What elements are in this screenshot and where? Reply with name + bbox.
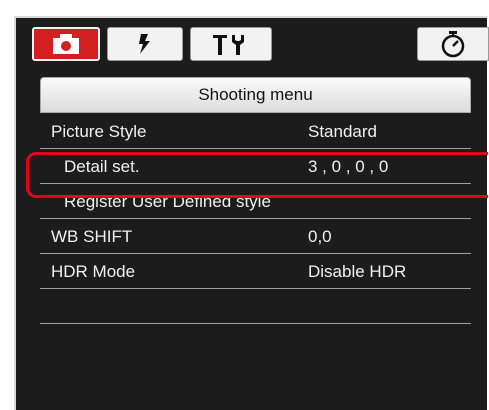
menu-row-picture-style[interactable]: Picture Style Standard	[40, 114, 471, 149]
menu-row-empty	[40, 324, 471, 359]
menu-tab-bar	[14, 16, 489, 70]
menu-row-value: 0,0	[308, 227, 332, 246]
tab-camera[interactable]	[32, 27, 100, 61]
menu-row-value: 3 , 0 , 0 , 0	[308, 157, 389, 176]
menu-row-label: Picture Style	[51, 122, 147, 141]
menu-row-label: WB SHIFT	[51, 227, 133, 246]
menu-row-wb-shift[interactable]: WB SHIFT 0,0	[40, 219, 471, 254]
menu-row-label: Detail set.	[64, 157, 140, 176]
menu-row-label: HDR Mode	[51, 262, 136, 281]
tab-timer[interactable]	[417, 27, 489, 61]
tools-icon	[211, 32, 251, 56]
tab-tools[interactable]	[190, 27, 272, 61]
tab-flash[interactable]	[107, 27, 183, 61]
menu-header: Shooting menu	[40, 77, 471, 113]
menu-row-register-user-style[interactable]: Register User Defined style	[40, 184, 471, 219]
menu-list: Picture Style Standard Detail set. 3 , 0…	[40, 114, 471, 359]
menu-row-label: Register User Defined style	[64, 192, 271, 211]
menu-row-empty	[40, 289, 471, 324]
menu-row-hdr-mode[interactable]: HDR Mode Disable HDR	[40, 254, 471, 289]
menu-row-value: Standard	[308, 122, 377, 141]
flash-icon	[136, 33, 154, 55]
menu-row-detail-set[interactable]: Detail set. 3 , 0 , 0 , 0	[40, 149, 471, 184]
camera-icon	[51, 33, 81, 55]
menu-title: Shooting menu	[198, 85, 313, 104]
timer-icon	[440, 30, 466, 58]
menu-row-value: Disable HDR	[308, 262, 407, 281]
